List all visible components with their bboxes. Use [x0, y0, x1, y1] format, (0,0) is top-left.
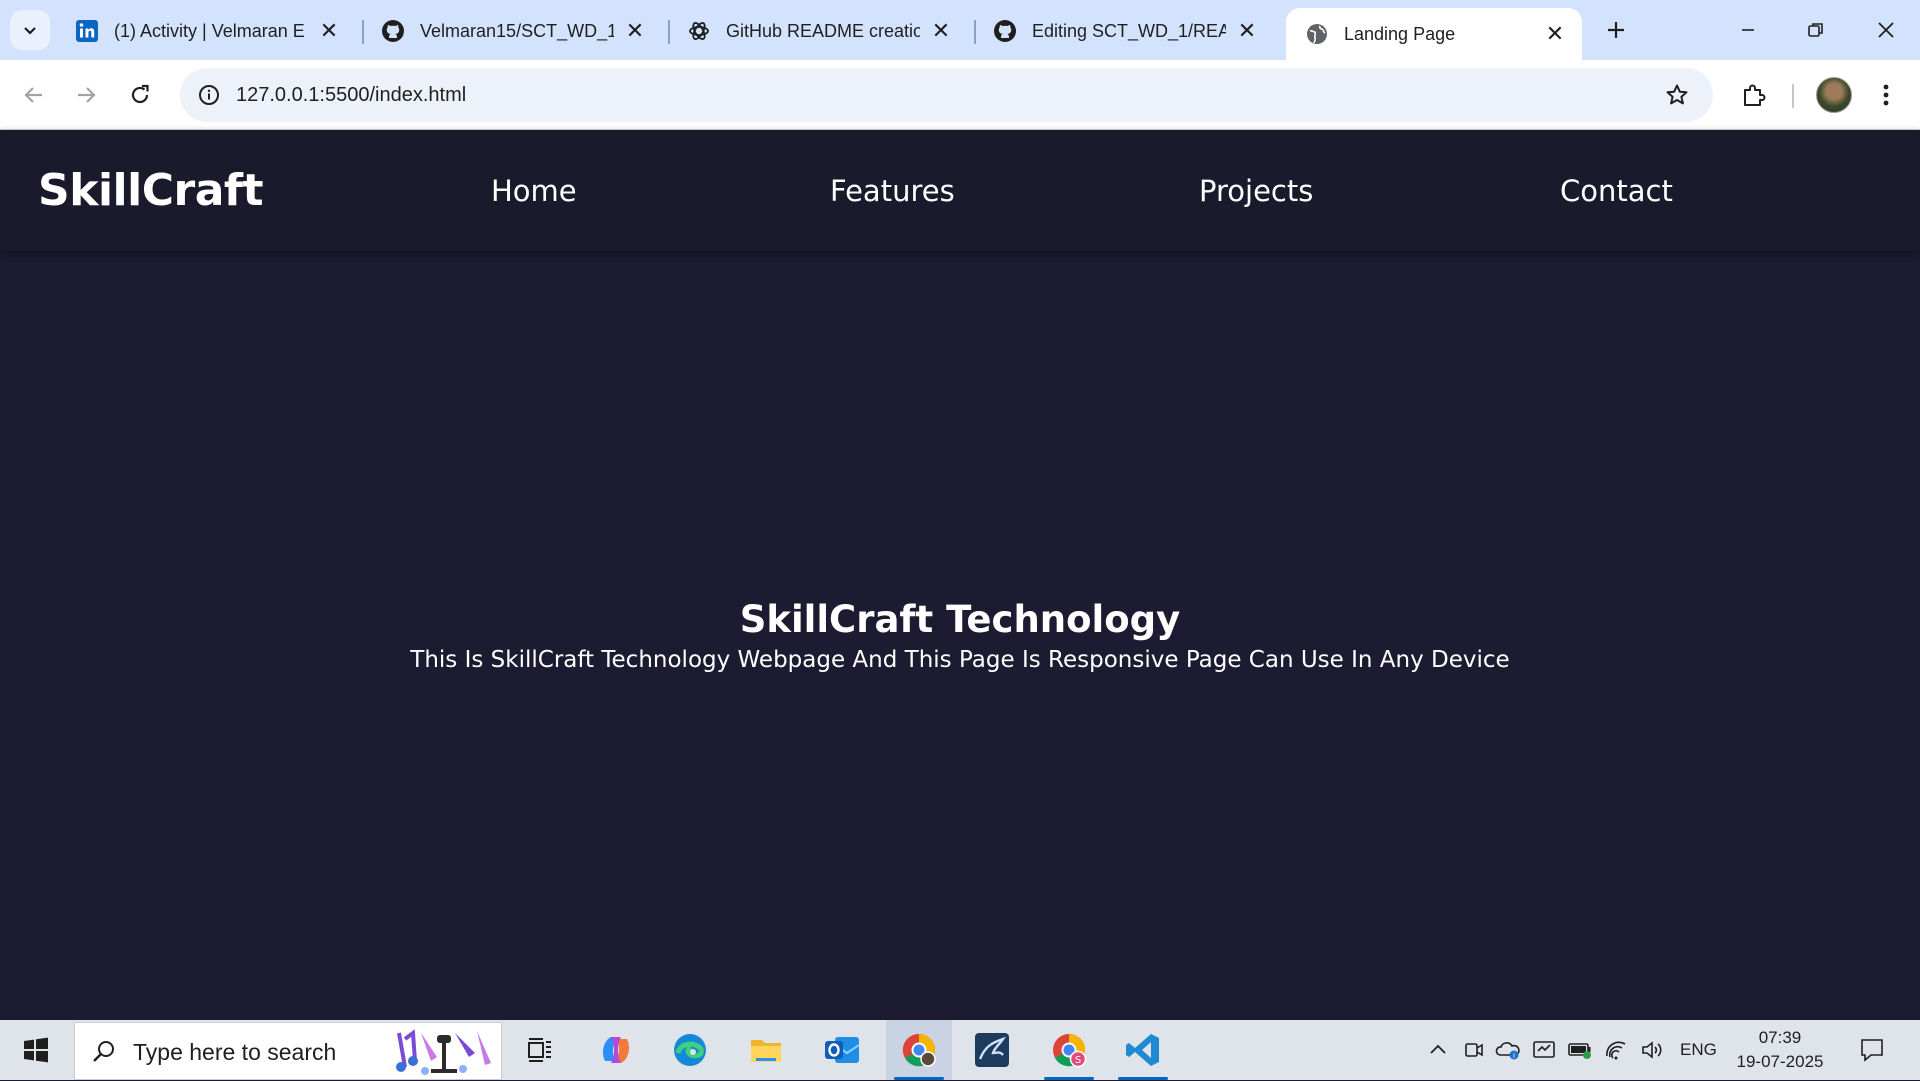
reload-button[interactable]: [118, 73, 162, 117]
hero-title: SkillCraft Technology: [739, 598, 1181, 641]
browser-toolbar: 127.0.0.1:5500/index.html: [0, 60, 1920, 130]
onedrive-icon[interactable]: i: [1492, 1034, 1524, 1066]
restore-button[interactable]: [1788, 8, 1844, 52]
windows-security-icon[interactable]: [1528, 1034, 1560, 1066]
close-icon[interactable]: ✕: [1234, 18, 1260, 44]
nav-link-contact[interactable]: Contact: [1560, 131, 1673, 251]
tab-github-editing[interactable]: Editing SCT_WD_1/READM ✕: [974, 9, 1274, 53]
svg-text:i: i: [1513, 1052, 1515, 1060]
web-page: SkillCraft Home Features Projects Contac…: [0, 131, 1920, 1020]
chevron-down-icon: [24, 27, 36, 35]
tab-title: GitHub README creation: [726, 20, 920, 41]
edge-button[interactable]: [660, 1020, 720, 1080]
chatgpt-icon: [686, 18, 712, 44]
copilot-icon: [603, 1037, 629, 1063]
hero-subtitle: This Is SkillCraft Technology Webpage An…: [410, 647, 1510, 673]
bookmark-star-icon[interactable]: [1659, 77, 1695, 113]
show-hidden-icons-button[interactable]: [1422, 1034, 1454, 1066]
notification-center-button[interactable]: [1854, 1032, 1890, 1068]
back-button[interactable]: [12, 73, 56, 117]
meet-now-icon[interactable]: [1458, 1034, 1490, 1066]
browser-tab-strip: (1) Activity | Velmaran E | ✕ Velmaran15…: [0, 0, 1920, 60]
linkedin-icon: [74, 18, 100, 44]
browser-menu-button[interactable]: [1866, 73, 1906, 117]
wifi-icon[interactable]: [1600, 1034, 1632, 1066]
tab-title: Velmaran15/SCT_WD_1: [420, 20, 614, 41]
close-icon: [1878, 22, 1894, 38]
address-bar[interactable]: 127.0.0.1:5500/index.html: [180, 68, 1713, 122]
site-navbar: SkillCraft Home Features Projects Contac…: [0, 131, 1920, 251]
close-icon[interactable]: ✕: [1542, 21, 1568, 47]
file-explorer-button[interactable]: [736, 1020, 796, 1080]
task-view-button[interactable]: [510, 1020, 570, 1080]
start-button[interactable]: [14, 1028, 58, 1072]
github-icon: [380, 18, 406, 44]
minimize-button[interactable]: [1720, 8, 1776, 52]
outlook-button[interactable]: [812, 1020, 872, 1080]
tab-chatgpt[interactable]: GitHub README creation ✕: [668, 9, 968, 53]
tab-linkedin[interactable]: (1) Activity | Velmaran E | ✕: [56, 9, 356, 53]
close-window-button[interactable]: [1858, 8, 1914, 52]
vscode-button[interactable]: [1112, 1020, 1174, 1080]
close-icon[interactable]: ✕: [316, 18, 342, 44]
tab-title: (1) Activity | Velmaran E |: [114, 20, 308, 41]
search-placeholder: Type here to search: [133, 1039, 337, 1065]
search-icon: [89, 1037, 119, 1067]
close-icon[interactable]: ✕: [928, 18, 954, 44]
windows-logo-icon: [24, 1037, 48, 1063]
new-tab-button[interactable]: [1598, 12, 1634, 48]
copilot-button[interactable]: [586, 1020, 646, 1080]
clock-date: 19-07-2025: [1736, 1052, 1824, 1071]
site-logo[interactable]: SkillCraft: [38, 131, 264, 251]
github-icon: [992, 18, 1018, 44]
search-highlight-illustration-icon: [396, 1029, 491, 1075]
tab-github-repo[interactable]: Velmaran15/SCT_WD_1 ✕: [362, 9, 662, 53]
chrome-profile-button[interactable]: S: [1036, 1020, 1102, 1080]
restore-icon: [1808, 23, 1823, 37]
forward-button[interactable]: [64, 73, 108, 117]
taskbar-search-box[interactable]: Type here to search: [74, 1022, 502, 1080]
url-text[interactable]: 127.0.0.1:5500/index.html: [236, 68, 466, 122]
arrow-right-icon: [78, 87, 96, 103]
nav-link-features[interactable]: Features: [830, 131, 955, 251]
svg-text:S: S: [1075, 1055, 1081, 1066]
arrow-left-icon: [24, 87, 42, 103]
input-language-indicator[interactable]: ENG: [1680, 1020, 1717, 1080]
more-vert-icon: [1883, 84, 1889, 106]
chrome-profile-icon: S: [1053, 1033, 1087, 1068]
notification-icon: [1861, 1039, 1883, 1062]
tab-search-button[interactable]: [10, 10, 50, 50]
reload-icon: [131, 84, 149, 104]
outlook-icon: [825, 1037, 860, 1063]
task-view-icon: [528, 1038, 551, 1062]
site-info-icon[interactable]: [194, 80, 224, 110]
plus-icon: [1608, 22, 1624, 38]
volume-icon[interactable]: [1636, 1034, 1668, 1066]
file-explorer-icon: [751, 1040, 781, 1062]
puzzle-icon: [1744, 84, 1766, 106]
toolbar-divider: [1792, 84, 1794, 108]
minimize-icon: [1742, 29, 1754, 31]
taskbar-clock[interactable]: 07:39 19-07-2025: [1732, 1026, 1828, 1074]
close-icon[interactable]: ✕: [622, 18, 648, 44]
tab-landing-page[interactable]: Landing Page ✕: [1286, 8, 1582, 60]
nav-link-projects[interactable]: Projects: [1199, 131, 1313, 251]
mysql-workbench-button[interactable]: [962, 1020, 1022, 1080]
clock-time: 07:39: [1758, 1028, 1802, 1047]
battery-icon[interactable]: [1564, 1034, 1596, 1066]
chevron-up-icon: [1430, 1044, 1446, 1054]
nav-link-home[interactable]: Home: [491, 131, 577, 251]
chrome-icon: [902, 1033, 936, 1067]
extensions-button[interactable]: [1732, 73, 1776, 117]
chrome-button[interactable]: [886, 1020, 952, 1080]
windows-taskbar: Type here to search S i ENG 07:39 19-07-…: [0, 1020, 1920, 1080]
edge-icon: [674, 1034, 706, 1066]
vscode-icon: [1126, 1034, 1159, 1066]
tab-title: Landing Page: [1344, 23, 1456, 44]
globe-icon: [1304, 21, 1330, 47]
mysql-workbench-icon: [975, 1033, 1009, 1067]
profile-avatar[interactable]: [1816, 77, 1852, 113]
tab-title: Editing SCT_WD_1/READM: [1032, 20, 1226, 41]
